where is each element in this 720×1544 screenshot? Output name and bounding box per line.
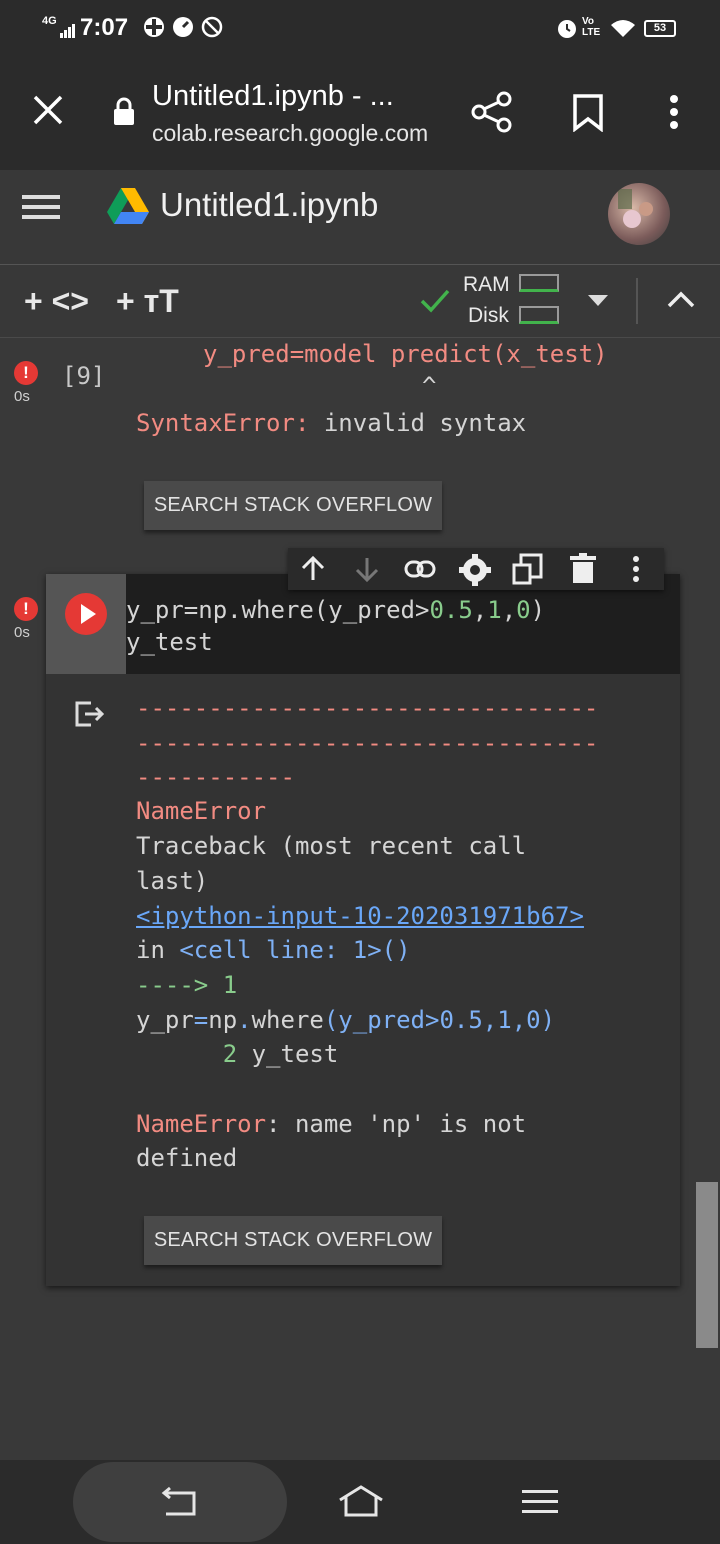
cell1-exec-time: 0s xyxy=(14,388,30,405)
scrollbar-thumb[interactable] xyxy=(696,1182,718,1348)
add-text-button[interactable]: + ᴛT xyxy=(116,283,179,320)
traceback-code-line-1: y_pr=np.where(y_pred>0.5,1,0) xyxy=(136,1006,556,1034)
final-error-line: NameError: name 'np' is not xyxy=(136,1110,527,1138)
traceback-separator-2: -------------------------------- xyxy=(136,729,599,757)
page-title[interactable]: Untitled1.ipynb - ... xyxy=(152,80,394,113)
home-icon[interactable] xyxy=(337,1484,385,1523)
output-actions-icon[interactable] xyxy=(74,700,105,733)
notebook-toolbar xyxy=(0,265,720,338)
run-cell-button[interactable] xyxy=(65,593,107,635)
traceback-arrow: ----> 1 xyxy=(136,971,238,999)
ram-usage-bar[interactable] xyxy=(519,274,559,292)
app-notification-icon xyxy=(143,16,165,43)
cell2-code-line-2: y_test xyxy=(126,628,213,656)
battery-indicator: 53 xyxy=(644,20,676,37)
ipython-input-link[interactable]: <ipython-input-10-202031971b67> xyxy=(136,902,584,930)
share-icon[interactable] xyxy=(470,90,514,139)
traceback-header-1: Traceback (most recent call xyxy=(136,832,527,860)
connected-check-icon xyxy=(420,288,450,319)
cell2-search-stack-overflow-button[interactable]: SEARCH STACK OVERFLOW xyxy=(144,1216,442,1265)
url-domain[interactable]: colab.research.google.com xyxy=(152,120,428,147)
avatar[interactable] xyxy=(608,183,670,245)
recents-menu-icon[interactable] xyxy=(522,1488,558,1521)
clock: 7:07 xyxy=(80,14,129,41)
close-tab-icon[interactable] xyxy=(30,92,66,133)
cell2-exec-time: 0s xyxy=(14,624,30,641)
disk-label: Disk xyxy=(468,304,509,327)
speed-notification-icon xyxy=(172,16,194,43)
notebook-title[interactable]: Untitled1.ipynb xyxy=(160,186,378,224)
cell1-exec-count: [9] xyxy=(62,362,106,390)
cell2-code-line-1: y_pr=np.where(y_pred>0.5,1,0) xyxy=(126,596,546,624)
settings-gear-icon[interactable] xyxy=(459,554,491,591)
traceback-code-line-2: 2 y_test xyxy=(136,1040,339,1068)
cell1-output-code: y_pred=model predict(x_test) xyxy=(203,340,608,368)
back-icon[interactable] xyxy=(160,1486,198,1523)
alarm-icon xyxy=(556,17,578,44)
cell-more-options-icon[interactable] xyxy=(627,555,645,588)
cell1-caret: ^ xyxy=(422,372,437,400)
play-icon xyxy=(81,604,96,624)
cell1-error-line: SyntaxError: invalid syntax xyxy=(136,409,526,437)
google-drive-logo-icon xyxy=(107,186,149,229)
hamburger-menu-icon[interactable] xyxy=(22,193,60,226)
toolbar-divider xyxy=(636,278,638,324)
ram-label: RAM xyxy=(463,273,510,296)
error-name: NameError xyxy=(136,797,267,825)
volte-indicator: Vo LTE xyxy=(582,16,601,38)
cell1-error-icon: ! xyxy=(14,361,38,385)
lock-icon xyxy=(112,96,136,131)
traceback-header-2: last) xyxy=(136,867,209,895)
add-code-button[interactable]: + <> xyxy=(24,283,89,320)
cell2-container xyxy=(46,574,680,1286)
traceback-separator-1: -------------------------------- xyxy=(136,694,599,722)
block-notification-icon xyxy=(201,16,223,43)
network-type: 4G xyxy=(42,15,57,27)
cell1-search-stack-overflow-button[interactable]: SEARCH STACK OVERFLOW xyxy=(144,481,442,530)
bookmark-icon[interactable] xyxy=(572,94,604,137)
link-icon[interactable] xyxy=(404,558,436,585)
move-down-icon[interactable] xyxy=(354,556,380,587)
status-bar: 4G 7:07 Vo LTE 53 xyxy=(0,0,720,58)
cell1-error-message: invalid syntax xyxy=(309,409,527,437)
cell1-error-type: SyntaxError: xyxy=(136,409,310,437)
browser-toolbar xyxy=(0,58,720,170)
traceback-cell-line: in <cell line: 1>() xyxy=(136,936,411,964)
wifi-icon xyxy=(610,18,636,43)
signal-icon xyxy=(60,24,76,43)
runtime-dropdown-icon[interactable] xyxy=(588,294,608,312)
move-up-icon[interactable] xyxy=(300,555,326,587)
more-menu-icon[interactable] xyxy=(664,94,684,135)
disk-usage-bar[interactable] xyxy=(519,306,559,324)
final-error-line-2: defined xyxy=(136,1144,238,1172)
cell2-error-icon: ! xyxy=(14,597,38,621)
mirror-cell-icon[interactable] xyxy=(512,553,544,590)
traceback-separator-3: ----------- xyxy=(136,763,295,791)
delete-trash-icon[interactable] xyxy=(570,553,596,588)
collapse-chevron-up-icon[interactable] xyxy=(667,290,695,313)
